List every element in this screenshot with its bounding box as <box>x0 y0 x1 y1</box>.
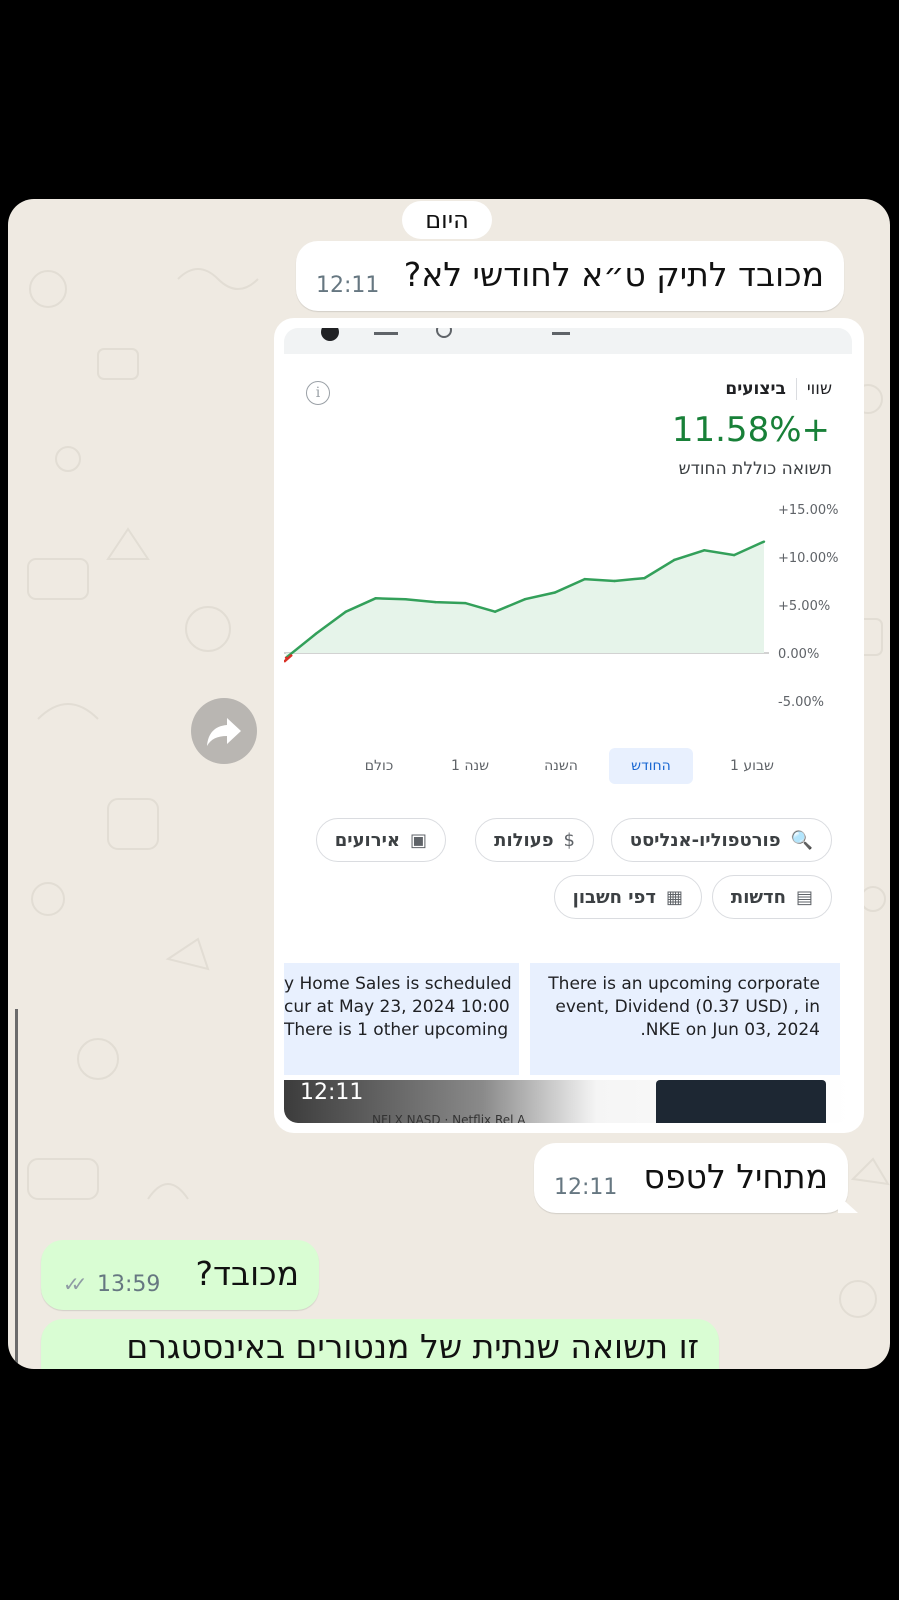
data-point <box>553 591 557 594</box>
chip-statements[interactable]: ▦ דפי חשבון <box>553 875 702 919</box>
range-option[interactable]: שנה 1 <box>428 748 512 784</box>
range-option[interactable]: כולם <box>337 748 421 784</box>
video-thumbnail <box>656 1080 826 1123</box>
bubble-tail <box>838 1195 858 1213</box>
performance-chart: +15.00% +10.00% +5.00% 0.00% -5.00% <box>284 503 838 710</box>
y-tick-label: 0.00% <box>778 647 819 662</box>
data-point <box>464 601 467 605</box>
performance-label: תשואה כוללת החודש <box>678 459 832 479</box>
portfolio-screenshot[interactable]: שוויביצועים i 11.58%+ תשואה כוללת החודש … <box>284 328 852 1123</box>
message-time: 13:59 <box>97 1272 161 1297</box>
outgoing-message[interactable]: מכובד? ✓✓ 13:59 <box>41 1240 319 1310</box>
message-time: 12:11 <box>554 1175 618 1200</box>
news-line: There is an upcoming corporate <box>548 974 820 994</box>
newspaper-icon: ▤ <box>795 887 813 908</box>
scroll-indicator[interactable] <box>15 1009 18 1369</box>
date-divider: היום <box>402 201 492 239</box>
tab-value[interactable]: שווי <box>807 379 832 399</box>
chip-label: אירועים <box>334 830 400 851</box>
news-line: .NKE on Jun 03, 2024 <box>640 1020 820 1040</box>
forward-button[interactable] <box>191 698 257 764</box>
y-tick-label: +10.00% <box>778 551 838 566</box>
tab-performance[interactable]: ביצועים <box>725 379 785 399</box>
range-option[interactable]: החודש <box>609 748 693 784</box>
cut-off-text: NFLX NASD · Netflix Rel A <box>372 1113 526 1123</box>
data-point <box>314 632 318 635</box>
news-card-right[interactable]: There is an upcoming corporate event, Di… <box>530 963 840 1075</box>
message-text: מכובד? <box>195 1254 299 1293</box>
tab-separator <box>795 378 797 400</box>
view-tabs: שווי ביצועים <box>725 378 832 400</box>
data-point <box>673 558 676 562</box>
data-point <box>762 540 766 543</box>
dollar-cycle-icon: $ <box>563 830 575 851</box>
image-message[interactable]: שוויביצועים i 11.58%+ תשואה כוללת החודש … <box>274 318 864 1133</box>
chip-label: פורטפוליו-אנליסט <box>629 830 781 851</box>
y-tick-label: -5.00% <box>778 695 824 710</box>
message-time: 12:11 <box>316 273 380 298</box>
data-point <box>344 610 347 613</box>
y-tick-label: +15.00% <box>778 503 838 518</box>
data-point <box>404 598 407 601</box>
chip-actions[interactable]: $ פעולות <box>475 818 594 862</box>
chip-events[interactable]: ▣ אירועים <box>315 818 446 862</box>
info-icon[interactable]: i <box>306 381 330 405</box>
news-line: y Home Sales is scheduled <box>284 974 512 994</box>
screenshot-top-bar <box>284 328 852 354</box>
news-card-left[interactable]: y Home Sales is scheduled cur at May 23,… <box>284 963 519 1075</box>
message-text: זו תשואה שנתית של מנטורים באינסטגרם <box>126 1327 699 1366</box>
news-line: event, Dividend (0.37 USD) , in <box>555 997 820 1017</box>
message-text: מתחיל לטפס <box>643 1157 828 1196</box>
data-point <box>703 549 706 552</box>
chip-label: פעולות <box>494 830 554 851</box>
document-icon: ▦ <box>665 887 683 908</box>
data-point <box>583 577 586 581</box>
chat-area[interactable]: היום מכובד לתיק ט״א לחודשי לא? 12:11 שוו… <box>8 199 890 1369</box>
range-option[interactable]: שבוע 1 <box>710 748 794 784</box>
y-tick-label: +5.00% <box>778 599 830 614</box>
data-point <box>493 610 497 613</box>
data-point <box>523 598 527 601</box>
data-point <box>374 597 377 600</box>
data-point <box>643 576 646 580</box>
range-option[interactable]: השנה <box>519 748 603 784</box>
chip-label: חדשות <box>730 887 786 908</box>
message-text: מכובד לתיק ט״א לחודשי לא? <box>403 255 824 294</box>
chip-news[interactable]: ▤ חדשות <box>711 875 832 919</box>
incoming-message[interactable]: מתחיל לטפס 12:11 <box>534 1143 848 1213</box>
chip-label: דפי חשבון <box>572 887 656 908</box>
forward-icon <box>207 718 241 746</box>
chip-portfolio-analyst[interactable]: 🔍 פורטפוליו-אנליסט <box>610 818 832 862</box>
calendar-icon: ▣ <box>409 830 427 851</box>
analytics-icon: 🔍 <box>790 830 813 851</box>
data-point <box>613 579 616 583</box>
outgoing-message[interactable]: זו תשואה שנתית של מנטורים באינסטגרם <box>41 1319 719 1369</box>
news-line: cur at May 23, 2024 10:00 <box>284 997 510 1017</box>
double-check-icon: ✓✓ <box>63 1272 87 1296</box>
news-line: There is 1 other upcoming <box>284 1020 509 1040</box>
incoming-message[interactable]: מכובד לתיק ט״א לחודשי לא? 12:11 <box>296 241 844 311</box>
data-point <box>732 553 736 557</box>
data-point <box>434 600 437 604</box>
range-selector: שבוע 1 החודש השנה שנה 1 כולם <box>284 748 852 788</box>
image-time: 12:11 <box>300 1080 364 1105</box>
performance-value: 11.58%+ <box>671 410 830 450</box>
